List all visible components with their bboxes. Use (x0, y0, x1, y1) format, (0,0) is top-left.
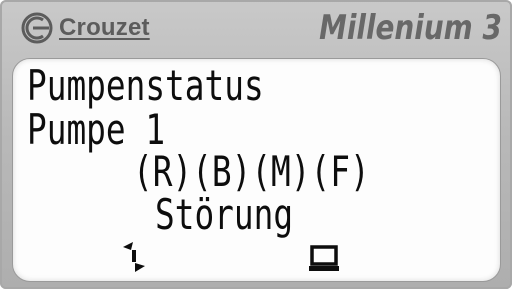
lcd-line-title: Pumpenstatus (27, 61, 264, 110)
lcd-line-status-codes: (R)(B)(M)(F) (133, 147, 370, 196)
crouzet-logo-icon (21, 12, 53, 44)
lcd-line-pump: Pumpe 1 (27, 105, 166, 154)
lcd-screen: Pumpenstatus Pumpe 1 (R)(B)(M)(F) Störun… (12, 58, 501, 282)
screen-icon[interactable] (309, 245, 339, 273)
navigation-arrows-icon[interactable] (121, 241, 149, 273)
model-name: Millenium 3 (319, 8, 502, 48)
lcd-line-fault: Störung (155, 190, 294, 239)
device-bezel: Crouzet Millenium 3 Pumpenstatus Pumpe 1… (0, 0, 512, 289)
brand-name: Crouzet (59, 14, 150, 41)
brand-logo-group: Crouzet (20, 11, 150, 45)
